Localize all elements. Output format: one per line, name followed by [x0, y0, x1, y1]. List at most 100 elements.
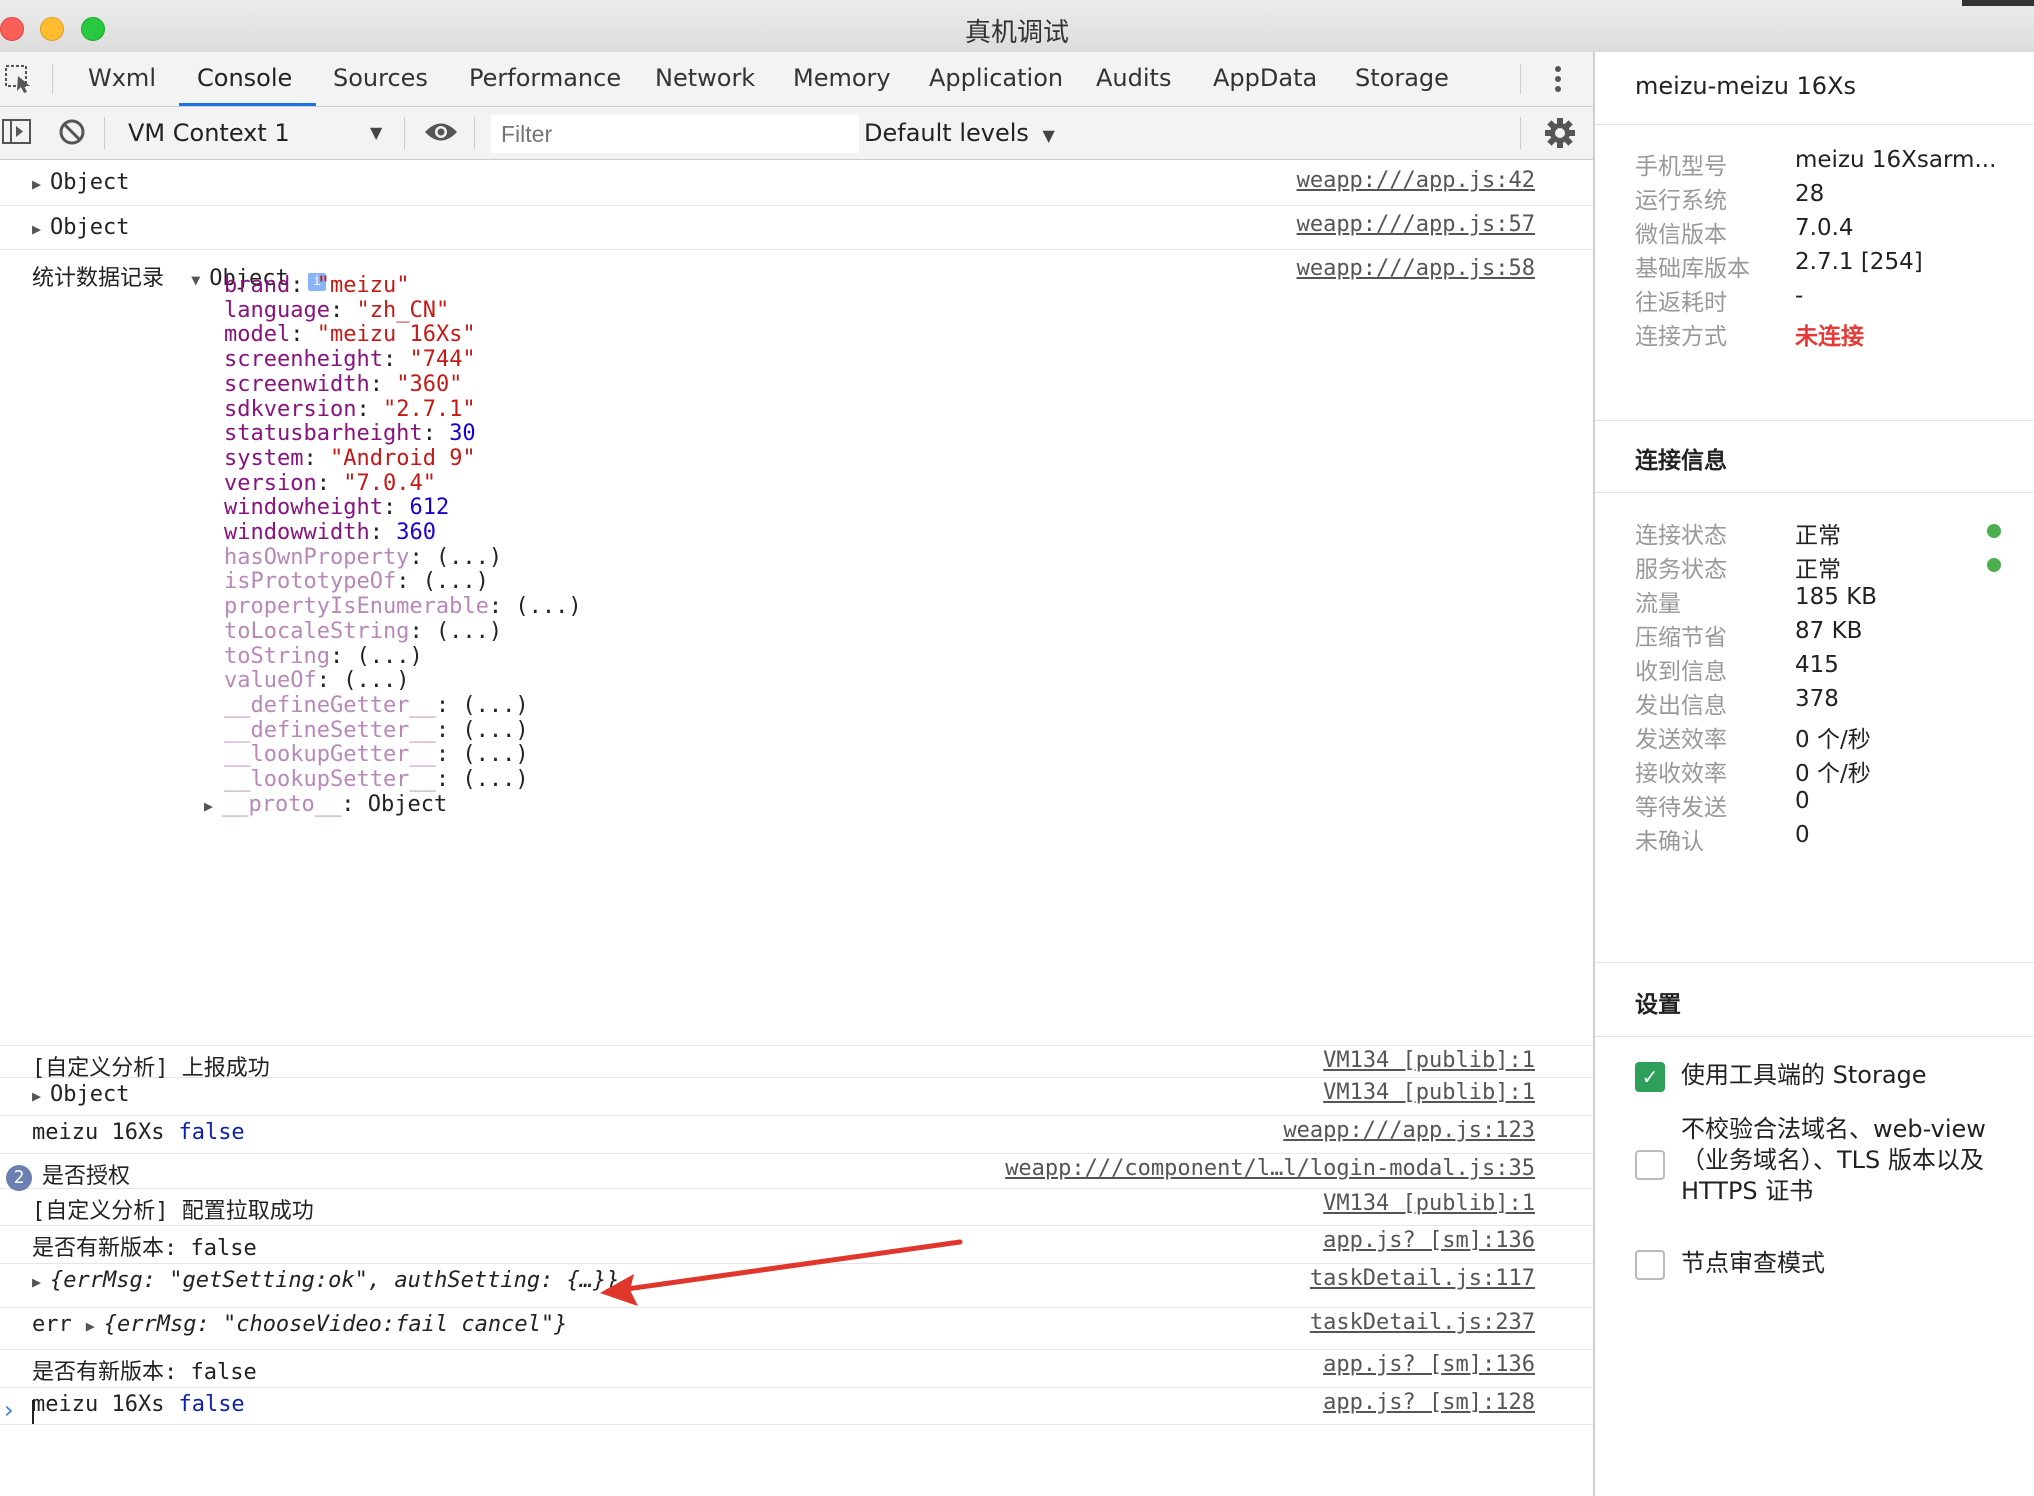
console-row[interactable]: [自定义分析] 配置拉取成功 VM134 [publib]:1	[0, 1189, 1593, 1226]
log-levels-dropdown[interactable]: Default levels ▼	[864, 117, 1055, 152]
tab-audits[interactable]: Audits	[1096, 52, 1171, 106]
log-text: meizu 16Xs	[32, 1120, 165, 1145]
sidebar-toggle-icon[interactable]	[2, 119, 32, 149]
info-label: 发送效率	[1635, 727, 1727, 753]
tab-appdata[interactable]: AppData	[1213, 52, 1317, 106]
info-label: 往返耗时	[1635, 290, 1727, 316]
dropdown-arrow-icon: ▼	[370, 123, 383, 142]
settings-section-title: 设置	[1635, 992, 1681, 1018]
status-ok-dot-icon	[1987, 524, 2001, 538]
log-text: {errMsg: "getSetting:ok", authSetting: {…	[50, 1268, 620, 1293]
property-key: language	[224, 297, 330, 323]
property-key: toString	[224, 643, 330, 669]
log-text: Object	[50, 215, 130, 240]
info-row: 未确认 0	[1635, 822, 2015, 866]
tab-storage[interactable]: Storage	[1355, 52, 1449, 106]
property-key: propertyIsEnumerable	[224, 594, 489, 620]
device-info-panel: meizu-meizu 16Xs 手机型号 meizu 16Xsarm... 运行系…	[1595, 52, 2034, 1496]
tab-network[interactable]: Network	[655, 52, 755, 106]
source-link[interactable]: weapp:///app.js:57	[1297, 212, 1535, 237]
inspect-element-icon[interactable]	[4, 64, 34, 98]
property-key: system	[224, 445, 304, 471]
log-text: 是否有新版本: false	[32, 1236, 257, 1261]
source-link[interactable]: VM134 [publib]:1	[1323, 1048, 1535, 1073]
console-row[interactable]: ▶ Object VM134 [publib]:1	[0, 1078, 1593, 1116]
tab-wxml[interactable]: Wxml	[88, 52, 156, 106]
property-value: (...)	[422, 569, 489, 595]
property-key: hasOwnProperty	[224, 544, 410, 570]
expand-triangle-icon[interactable]: ▶	[32, 175, 50, 193]
console-toolbar: VM Context 1 ▼ Default levels ▼	[0, 107, 1593, 160]
console-settings-gear-icon[interactable]	[1544, 117, 1576, 153]
separator	[52, 64, 53, 94]
tab-console[interactable]: Console	[179, 52, 317, 106]
info-label: 连接方式	[1635, 324, 1727, 350]
source-link[interactable]: VM134 [publib]:1	[1323, 1080, 1535, 1105]
info-label: 手机型号	[1635, 154, 1727, 180]
console-row[interactable]: 2 是否授权 weapp:///component/l…l/login-modal.…	[0, 1154, 1593, 1191]
info-value: 0 个/秒	[1795, 727, 1871, 753]
object-property: windowheight: 612	[224, 495, 450, 521]
object-property: version: "7.0.4"	[224, 470, 436, 496]
info-value: 415	[1795, 652, 1839, 678]
collapse-triangle-icon[interactable]: ▼	[191, 271, 209, 289]
console-prompt[interactable]: ›	[0, 1394, 1593, 1434]
info-label: 基础库版本	[1635, 256, 1750, 282]
tab-application[interactable]: Application	[929, 52, 1063, 106]
info-value: 7.0.4	[1795, 215, 1854, 241]
log-text: [自定义分析] 配置拉取成功	[32, 1199, 314, 1224]
console-row[interactable]: ▶ Object weapp:///app.js:42	[0, 160, 1593, 206]
setting-checkbox[interactable]	[1635, 1250, 1665, 1280]
source-link[interactable]: weapp:///app.js:42	[1297, 168, 1535, 193]
console-row[interactable]: [自定义分析] 上报成功 VM134 [publib]:1	[0, 1046, 1593, 1081]
source-link[interactable]: taskDetail.js:237	[1310, 1310, 1535, 1335]
tab-memory[interactable]: Memory	[793, 52, 891, 106]
console-row-expanded-object[interactable]: 统计数据记录 ▼ Object i weapp:///app.js:58 bran…	[0, 250, 1593, 1046]
property-key: __lookupSetter__	[224, 767, 436, 792]
property-key: __proto__	[222, 791, 342, 817]
expand-triangle-icon[interactable]: ▶	[32, 1273, 50, 1291]
console-row[interactable]: meizu 16Xs false weapp:///app.js:123	[0, 1116, 1593, 1154]
clear-console-icon[interactable]	[58, 118, 86, 150]
info-value: 未连接	[1795, 324, 1864, 350]
tab-sources[interactable]: Sources	[333, 52, 428, 106]
console-row[interactable]: ▶ Object weapp:///app.js:57	[0, 206, 1593, 250]
property-value: (...)	[343, 668, 410, 694]
object-property: __lookupSetter__: (...)	[224, 767, 529, 792]
source-link[interactable]: app.js? [sm]:136	[1323, 1352, 1535, 1377]
expand-triangle-icon[interactable]: ▶	[204, 797, 222, 815]
source-link[interactable]: taskDetail.js:117	[1310, 1266, 1535, 1291]
source-link[interactable]: weapp:///app.js:123	[1283, 1118, 1535, 1143]
setting-checkbox[interactable]	[1635, 1150, 1665, 1180]
context-selector[interactable]: VM Context 1 ▼	[128, 117, 388, 149]
info-value: -	[1795, 283, 1804, 309]
source-link[interactable]: weapp:///component/l…l/login-modal.js:35	[1005, 1156, 1535, 1181]
expand-triangle-icon[interactable]: ▶	[32, 220, 50, 238]
info-value: 87 KB	[1795, 618, 1863, 644]
info-value: 28	[1795, 181, 1825, 207]
console-row[interactable]: 是否有新版本: false app.js? [sm]:136	[0, 1350, 1593, 1388]
expand-triangle-icon[interactable]: ▶	[86, 1317, 104, 1335]
object-property: isPrototypeOf: (...)	[224, 569, 489, 595]
property-key: brand	[224, 273, 291, 298]
live-expression-eye-icon[interactable]	[424, 121, 458, 147]
context-selector-label: VM Context 1	[128, 119, 290, 147]
source-link[interactable]: VM134 [publib]:1	[1323, 1191, 1535, 1216]
info-label: 压缩节省	[1635, 625, 1727, 651]
property-value: (...)	[515, 594, 582, 620]
property-value: "7.0.4"	[343, 470, 436, 496]
property-value: (...)	[462, 692, 529, 718]
tab-performance[interactable]: Performance	[469, 52, 621, 106]
info-value: 正常	[1795, 523, 1841, 549]
source-link[interactable]: weapp:///app.js:58	[1297, 256, 1535, 281]
source-link[interactable]: app.js? [sm]:136	[1323, 1228, 1535, 1253]
expand-triangle-icon[interactable]: ▶	[32, 1087, 50, 1105]
repeat-count-badge: 2	[6, 1165, 32, 1191]
console-filter-input[interactable]	[491, 115, 859, 153]
property-value: (...)	[462, 767, 529, 792]
info-value: 0	[1795, 788, 1810, 814]
more-options-icon[interactable]	[1552, 64, 1564, 98]
window-edge	[1962, 0, 2034, 6]
setting-checkbox[interactable]: ✓	[1635, 1062, 1665, 1092]
window-titlebar: 真机调试	[0, 0, 2034, 53]
